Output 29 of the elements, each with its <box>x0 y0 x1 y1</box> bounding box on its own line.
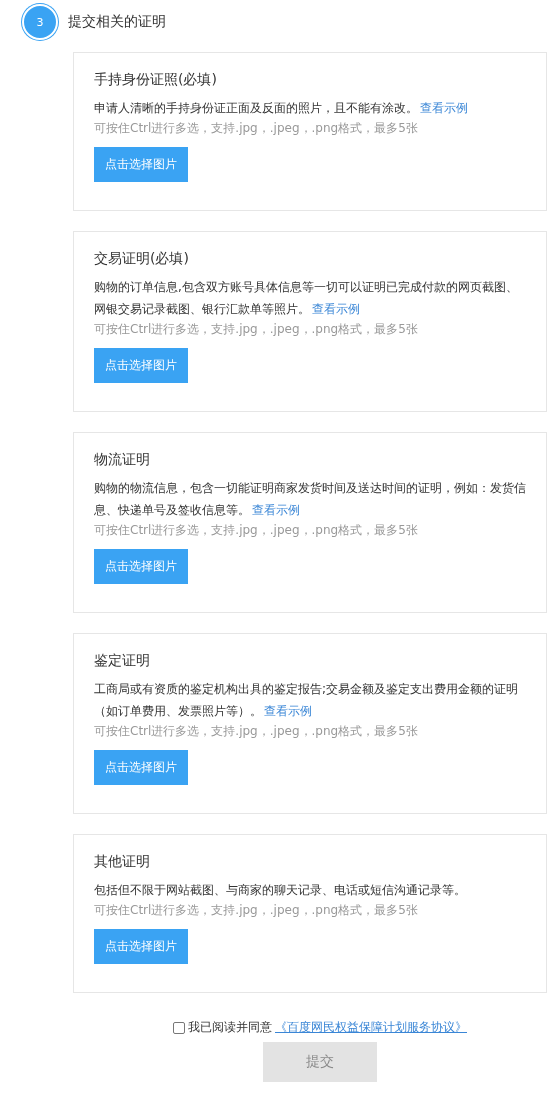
select-image-button[interactable]: 点击选择图片 <box>94 750 188 785</box>
section-description: 申请人清晰的手持身份证正面及反面的照片，且不能有涂改。 查看示例 <box>94 100 469 117</box>
section-title: 交易证明(必填) <box>94 250 190 268</box>
section-title: 物流证明 <box>94 451 151 469</box>
step-number: 3 <box>22 4 58 40</box>
example-link[interactable]: 查看示例 <box>312 302 360 316</box>
step-title: 提交相关的证明 <box>68 13 166 31</box>
upload-hint: 可按住Ctrl进行多选，支持.jpg，.jpeg，.png格式，最多5张 <box>94 723 419 740</box>
select-image-button[interactable]: 点击选择图片 <box>94 348 188 383</box>
upload-hint: 可按住Ctrl进行多选，支持.jpg，.jpeg，.png格式，最多5张 <box>94 902 419 919</box>
agreement-link[interactable]: 《百度网民权益保障计划服务协议》 <box>275 1019 467 1036</box>
section-description: 购物的物流信息，包含一切能证明商家发货时间及送达时间的证明，例如：发货信息、快递单号及签收信息等。 查看示例 <box>94 480 526 519</box>
example-link[interactable]: 查看示例 <box>264 704 312 718</box>
section-description: 工商局或有资质的鉴定机构出具的鉴定报告;交易金额及鉴定支出费用金额的证明（如订单费用、发票照片等）。 查看示例 <box>94 681 520 720</box>
section-title: 手持身份证照(必填) <box>94 71 218 89</box>
section-title: 其他证明 <box>94 853 151 871</box>
section-title: 鉴定证明 <box>94 652 151 670</box>
select-image-button[interactable]: 点击选择图片 <box>94 929 188 964</box>
section-description: 包括但不限于网站截图、与商家的聊天记录、电话或短信沟通记录等。 <box>94 882 467 899</box>
section-description: 购物的订单信息,包含双方账号具体信息等一切可以证明已完成付款的网页截图、网银交易记录截图、银行汇款单等照片。 查看示例 <box>94 279 519 318</box>
agree-label: 我已阅读并同意 <box>188 1019 272 1036</box>
select-image-button[interactable]: 点击选择图片 <box>94 549 188 584</box>
select-image-button[interactable]: 点击选择图片 <box>94 147 188 182</box>
example-link[interactable]: 查看示例 <box>420 101 468 115</box>
upload-hint: 可按住Ctrl进行多选，支持.jpg，.jpeg，.png格式，最多5张 <box>94 522 419 539</box>
upload-hint: 可按住Ctrl进行多选，支持.jpg，.jpeg，.png格式，最多5张 <box>94 120 419 137</box>
upload-hint: 可按住Ctrl进行多选，支持.jpg，.jpeg，.png格式，最多5张 <box>94 321 419 338</box>
example-link[interactable]: 查看示例 <box>252 503 300 517</box>
agree-checkbox[interactable] <box>173 1021 185 1034</box>
